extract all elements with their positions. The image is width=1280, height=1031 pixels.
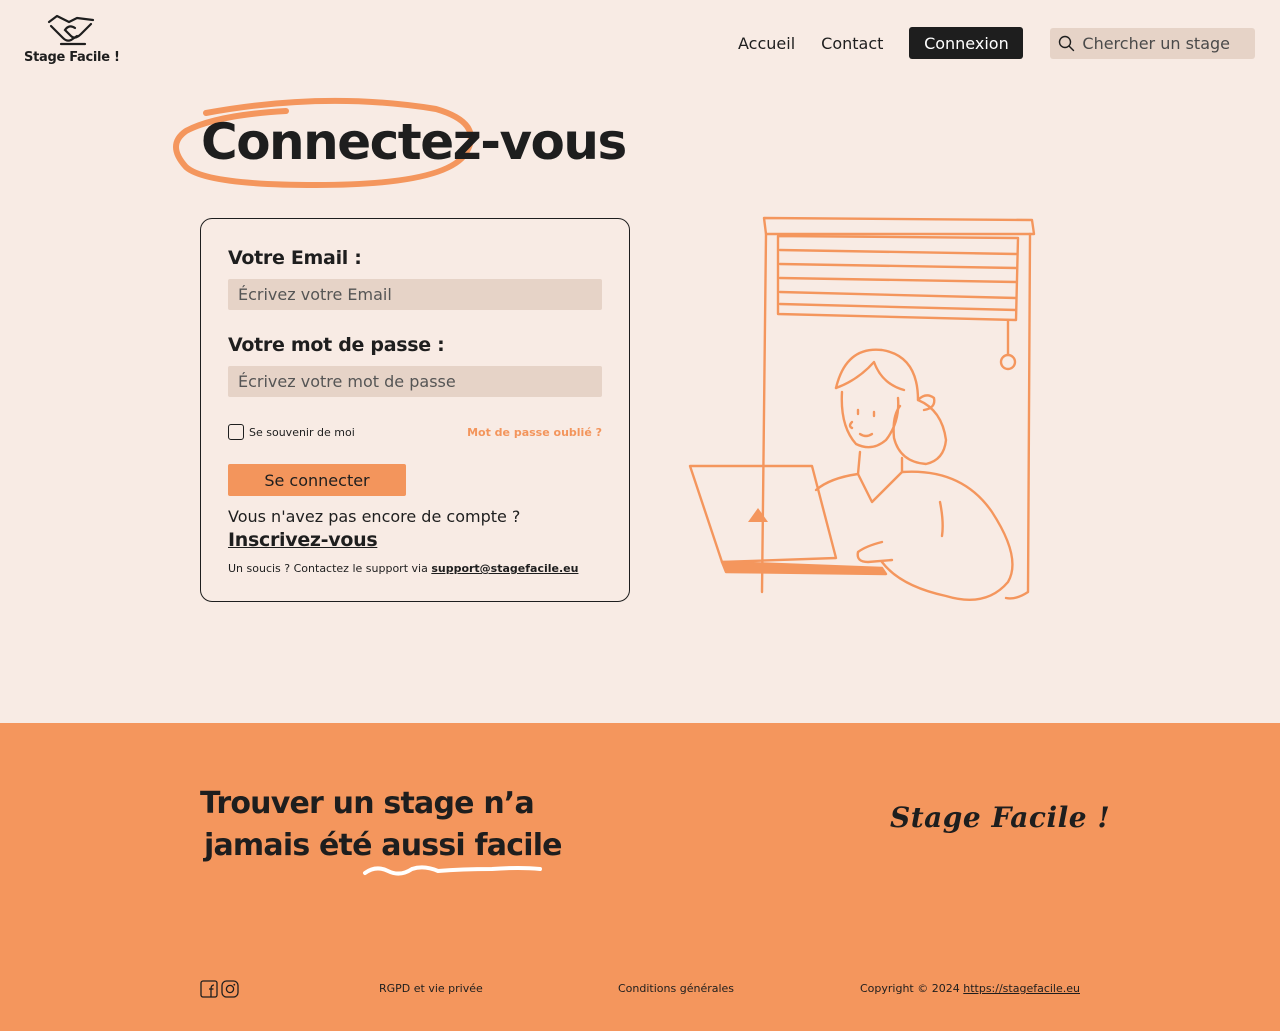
instagram-icon[interactable]: [221, 980, 239, 998]
support-label: Un soucis ? Contactez le support via: [228, 562, 428, 575]
facebook-icon[interactable]: [200, 980, 218, 998]
email-label: Votre Email :: [228, 247, 362, 269]
no-account-text: Vous n'avez pas encore de compte ?: [228, 507, 521, 526]
footer-tagline: Trouver un stage n’a jamais été aussi fa…: [200, 783, 563, 867]
support-text: Un soucis ? Contactez le support via sup…: [228, 562, 578, 575]
email-field[interactable]: Écrivez votre Email: [228, 279, 602, 310]
tagline-squiggle: [363, 865, 542, 876]
terms-link[interactable]: Conditions générales: [618, 982, 734, 995]
copyright: Copyright © 2024 https://stagefacile.eu: [860, 982, 1080, 995]
main-nav: Accueil Contact Connexion Chercher un st…: [738, 27, 1256, 59]
search-input[interactable]: Chercher un stage: [1050, 27, 1256, 59]
page-title: Connectez-vous: [201, 113, 627, 171]
nav-accueil[interactable]: Accueil: [738, 34, 795, 53]
page-title-block: Connectez-vous: [166, 95, 627, 191]
nav-contact[interactable]: Contact: [821, 34, 883, 53]
remember-me[interactable]: Se souvenir de moi: [228, 424, 355, 440]
tagline-prefix: jamais été: [204, 828, 382, 863]
site-logo[interactable]: Stage Facile !: [24, 14, 120, 65]
connexion-button[interactable]: Connexion: [909, 27, 1024, 59]
password-field[interactable]: Écrivez votre mot de passe: [228, 366, 602, 397]
submit-button[interactable]: Se connecter: [228, 464, 406, 496]
password-label: Votre mot de passe :: [228, 334, 445, 356]
website-link[interactable]: https://stagefacile.eu: [963, 982, 1080, 995]
woman-laptop-illustration: [688, 216, 1036, 601]
remember-checkbox[interactable]: [228, 424, 244, 440]
forgot-password-link[interactable]: Mot de passe oublié ?: [467, 426, 602, 439]
login-form: Votre Email : Écrivez votre Email Votre …: [200, 218, 630, 602]
support-email-link[interactable]: support@stagefacile.eu: [431, 562, 578, 575]
tagline-highlight: aussi facile: [381, 828, 562, 863]
signup-link[interactable]: Inscrivez-vous: [228, 529, 378, 551]
handshake-icon: [47, 14, 95, 46]
site-footer: Trouver un stage n’a jamais été aussi fa…: [0, 723, 1280, 1031]
search-icon: [1059, 35, 1075, 51]
remember-label: Se souvenir de moi: [249, 425, 355, 439]
tagline-line-1: Trouver un stage n’a: [200, 786, 535, 821]
social-links: [200, 980, 239, 998]
search-placeholder: Chercher un stage: [1082, 33, 1230, 53]
footer-brand: Stage Facile !: [890, 801, 1111, 834]
rgpd-link[interactable]: RGPD et vie privée: [379, 982, 483, 995]
copyright-text: Copyright © 2024: [860, 982, 960, 995]
brand-name: Stage Facile !: [24, 50, 120, 65]
